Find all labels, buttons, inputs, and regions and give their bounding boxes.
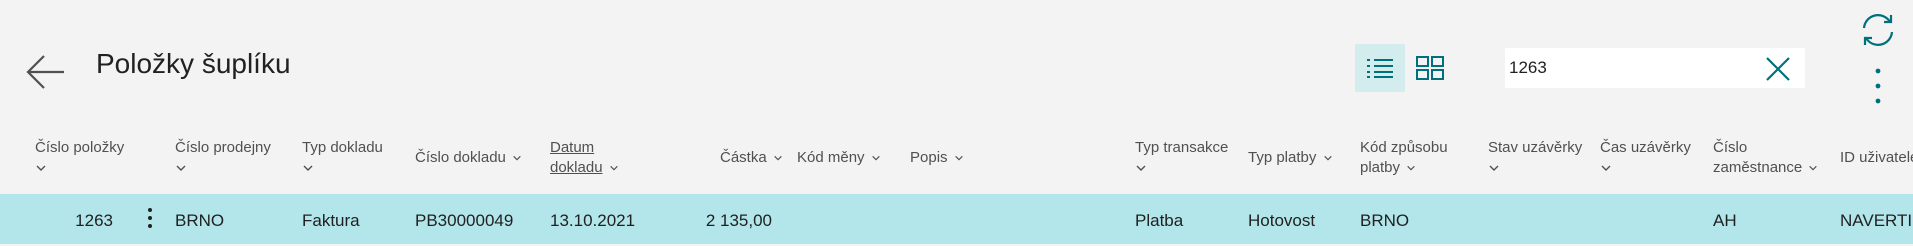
column-header-label: Čas uzávěrky [1600, 139, 1691, 156]
cell-typ-transakce: Platba [1135, 211, 1184, 230]
list-view-icon [1367, 59, 1393, 78]
column-header-label: Stav uzávěrky [1488, 139, 1583, 156]
vertical-ellipsis-icon [1875, 68, 1881, 104]
chevron-down-icon [303, 165, 313, 171]
column-header-kod-zpusobu-platby[interactable]: Kód způsobu platby [1360, 138, 1448, 178]
chevron-down-icon [513, 155, 521, 161]
chevron-down-icon [609, 165, 618, 171]
back-arrow-icon [26, 55, 64, 89]
column-header-cislo-polozky[interactable]: Číslo položky [35, 138, 124, 174]
column-header-cislo-prodejny[interactable]: Číslo prodejny [175, 138, 271, 174]
column-header-label: Číslo dokladu [415, 149, 506, 166]
column-header-kod-meny[interactable]: Kód měny [797, 148, 881, 168]
chevron-down-icon [1809, 165, 1818, 171]
cell-castka: 2 135,00 [705, 211, 772, 230]
column-header-stav-uzaverky[interactable]: Stav uzávěrky [1488, 138, 1582, 174]
refresh-icon [1862, 14, 1894, 46]
chevron-down-icon [871, 155, 880, 161]
back-button[interactable] [24, 50, 68, 94]
column-header-label: Číslo prodejny [175, 139, 271, 156]
cell-typ-platby: Hotovost [1248, 211, 1316, 230]
column-header-cislo-zamestnance[interactable]: Číslo zaměstnance [1713, 138, 1818, 178]
column-header-label: Popis [910, 149, 948, 166]
search-box [1505, 48, 1805, 88]
column-header-label: Číslo položky [35, 139, 125, 156]
chevron-down-icon [954, 155, 963, 161]
refresh-button[interactable] [1858, 10, 1898, 50]
chevron-down-icon [1407, 165, 1415, 171]
column-header-cislo-dokladu[interactable]: Číslo dokladu [415, 148, 522, 168]
cell-cislo-polozky[interactable]: 1263 [60, 211, 113, 231]
chevron-down-icon [1323, 155, 1332, 161]
table-row[interactable] [0, 194, 1913, 244]
cell-cislo-prodejny: BRNO [175, 211, 225, 230]
chevron-down-icon [36, 165, 46, 171]
column-header-label: Kód způsobu [1360, 139, 1448, 156]
chevron-down-icon [1489, 165, 1499, 171]
row-actions-button[interactable] [144, 206, 156, 232]
chevron-down-icon [176, 165, 186, 171]
cell-id-uzivatele: NAVERTIC [1840, 211, 1913, 230]
column-header-label: Číslo [1713, 139, 1748, 156]
chevron-down-icon [1136, 165, 1146, 171]
column-header-label: Částka [720, 149, 767, 166]
column-header-typ-transakce[interactable]: Typ transakce [1135, 138, 1228, 174]
cell-typ-dokladu: Faktura [302, 211, 360, 230]
list-view-button[interactable] [1355, 44, 1405, 92]
more-options-button[interactable] [1870, 66, 1886, 106]
column-header-label: Datum [550, 139, 595, 156]
column-header-datum-dokladu[interactable]: Datum dokladu [550, 138, 619, 178]
search-clear-button[interactable] [1765, 56, 1791, 82]
column-header-label: Typ transakce [1135, 139, 1229, 156]
tile-view-button[interactable] [1405, 44, 1455, 92]
close-icon [1766, 57, 1790, 81]
column-header-cas-uzaverky[interactable]: Čas uzávěrky [1600, 138, 1691, 174]
page-title: Položky šuplíku [96, 48, 291, 79]
cell-datum-dokladu: 13.10.2021 [550, 211, 636, 230]
tile-view-icon [1416, 56, 1444, 80]
column-header-typ-dokladu[interactable]: Typ dokladu [302, 138, 383, 174]
column-header-label: ID uživatele [1840, 149, 1913, 166]
chevron-down-icon [774, 155, 782, 161]
column-header-label: Typ dokladu [302, 139, 383, 156]
column-header-castka[interactable]: Částka [720, 148, 783, 168]
search-input[interactable] [1509, 48, 1749, 88]
cell-kod-zpusobu-platby: BRNO [1360, 211, 1410, 230]
column-header-popis[interactable]: Popis [910, 148, 964, 168]
column-header-id-uzivatele[interactable]: ID uživatele [1840, 148, 1913, 168]
cell-cislo-dokladu: PB30000049 [415, 211, 514, 230]
column-header-label: Kód měny [797, 149, 865, 166]
cell-cislo-zamestnance: AH [1713, 211, 1737, 230]
column-header-typ-platby[interactable]: Typ platby [1248, 148, 1333, 168]
vertical-ellipsis-icon [148, 208, 152, 228]
column-header-label-line2: zaměstnance [1713, 159, 1803, 176]
column-header-label-line2: dokladu [550, 159, 603, 176]
column-header-label-line2: platby [1360, 159, 1401, 176]
chevron-down-icon [1601, 165, 1611, 171]
column-header-label: Typ platby [1248, 149, 1317, 166]
